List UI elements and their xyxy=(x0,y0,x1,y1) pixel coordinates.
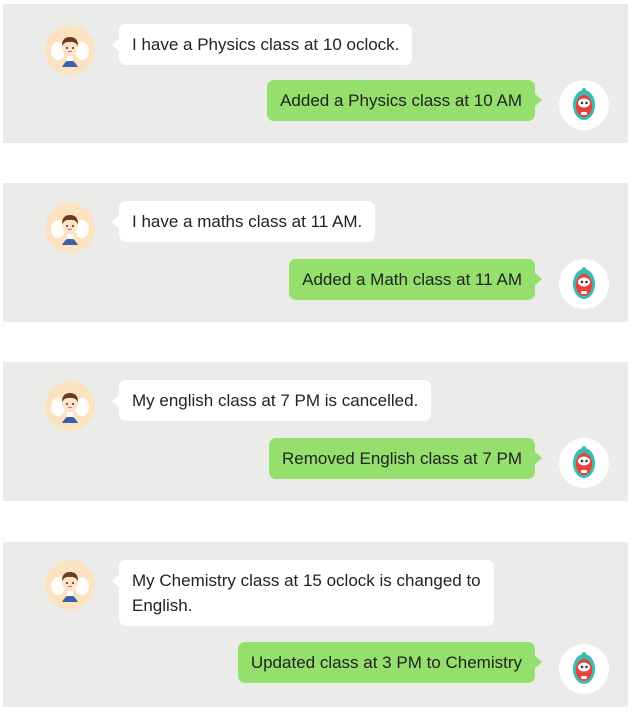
conversation-panel-1: I have a Physics class at 10 oclock. Add… xyxy=(3,4,628,143)
user-message: I have a Physics class at 10 oclock. xyxy=(111,24,413,65)
bot-reply: Updated class at 3 PM to Chemistry xyxy=(237,642,543,683)
user-avatar-icon xyxy=(45,381,95,431)
user-message: My english class at 7 PM is cancelled. xyxy=(111,380,432,421)
bot-reply: Added a Math class at 11 AM xyxy=(289,259,542,300)
user-avatar-icon xyxy=(45,203,95,253)
conversation-panel-2: I have a maths class at 11 AM. Added a M… xyxy=(3,183,628,322)
bot-avatar-icon xyxy=(559,259,609,309)
bot-avatar-icon xyxy=(559,644,609,694)
user-avatar-icon xyxy=(45,25,95,75)
user-avatar-icon xyxy=(45,560,95,610)
conversation-panel-4: My Chemistry class at 15 oclock is chang… xyxy=(3,542,628,707)
conversation-panel-3: My english class at 7 PM is cancelled. R… xyxy=(3,362,628,501)
user-message: My Chemistry class at 15 oclock is chang… xyxy=(112,560,494,626)
bot-avatar-icon xyxy=(559,438,609,488)
bot-reply: Removed English class at 7 PM xyxy=(269,438,542,479)
user-message: I have a maths class at 11 AM. xyxy=(111,201,376,242)
bot-avatar-icon xyxy=(559,80,609,130)
bot-reply: Added a Physics class at 10 AM xyxy=(267,80,542,121)
